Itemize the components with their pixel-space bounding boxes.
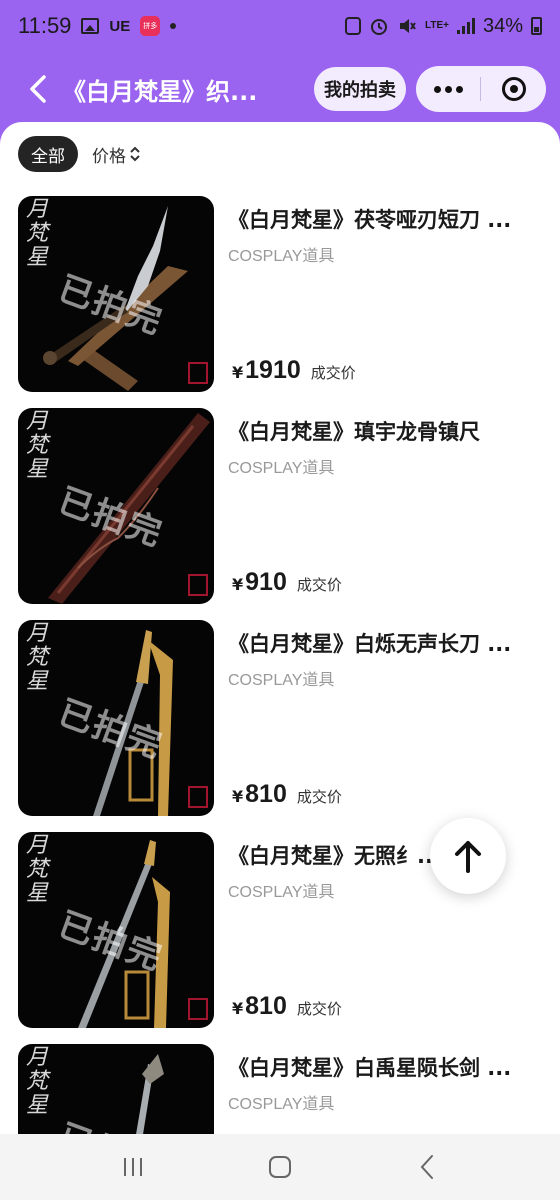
currency-symbol: ¥: [232, 363, 244, 382]
status-left: 11:59 UE 拼多: [18, 13, 177, 39]
sort-price-label: 价格: [92, 146, 126, 167]
price-label: 成交价: [310, 364, 356, 382]
target-circle-icon: [501, 77, 526, 101]
recent-apps-button[interactable]: [103, 1142, 163, 1192]
price-label: 成交价: [296, 1000, 342, 1018]
list-item[interactable]: 月梵星 已拍完 《白月梵星》白烁无声长刀 ... COSPLAY道具 ¥ 810…: [18, 620, 542, 816]
seal-mark-icon: [188, 786, 208, 808]
item-category: COSPLAY道具: [228, 884, 335, 901]
seal-mark-icon: [188, 574, 208, 596]
chevron-left-icon: [420, 1155, 433, 1179]
main-content: 全部 价格 月梵星 已拍完 《白月梵星》茯苓哑刃短刀 ... COSPLAY道具: [0, 122, 560, 1134]
seal-mark-icon: [188, 998, 208, 1020]
chevron-left-icon: [30, 75, 46, 103]
signal-icon: [456, 18, 475, 34]
filter-all-chip[interactable]: 全部: [18, 136, 78, 172]
image-icon: [81, 18, 100, 34]
price-value: 910: [245, 568, 287, 596]
more-notifications-dot-icon: [170, 23, 177, 29]
currency-symbol: ¥: [232, 999, 244, 1018]
item-title: 《白月梵星》白禹星陨长剑 ...: [228, 1056, 512, 1080]
currency-symbol: ¥: [232, 575, 244, 594]
item-price: ¥ 810 成交价: [232, 992, 342, 1021]
item-title: 《白月梵星》瑱宇龙骨镇尺: [228, 420, 480, 444]
home-icon: [268, 1156, 291, 1178]
nav-bar: 《白月梵星》织... 我的拍卖: [0, 56, 560, 122]
logo-text: 月梵星: [26, 833, 49, 906]
logo-text: 月梵星: [26, 1045, 49, 1118]
price-value: 810: [245, 780, 287, 808]
alarm-icon: [369, 16, 389, 36]
product-thumbnail: 月梵星 已拍完: [18, 1044, 214, 1134]
status-right: LTE+ 34%: [344, 14, 542, 38]
price-label: 成交价: [296, 788, 342, 806]
item-category: COSPLAY道具: [228, 248, 335, 265]
product-thumbnail: 月梵星 已拍完: [18, 620, 214, 816]
item-title: 《白月梵星》白烁无声长刀 ...: [228, 632, 512, 656]
item-price: ¥ 810 成交价: [232, 780, 342, 809]
system-nav-bar: [0, 1134, 560, 1200]
system-back-button[interactable]: [397, 1142, 457, 1192]
sort-by-price[interactable]: 价格: [92, 142, 141, 167]
status-bar: 11:59 UE 拼多 LTE+ 34%: [0, 0, 560, 52]
carrier-tag: UE: [109, 17, 131, 35]
product-thumbnail: 月梵星 已拍完: [18, 832, 214, 1028]
my-auction-button[interactable]: 我的拍卖: [314, 67, 406, 111]
recent-apps-icon: [124, 1158, 143, 1176]
logo-text: 月梵星: [26, 197, 49, 270]
battery-icon: [531, 17, 542, 35]
item-price: ¥ 1910 成交价: [232, 356, 356, 385]
list-item[interactable]: 月梵星 已拍完 《白月梵星》白禹星陨长剑 ... COSPLAY道具: [18, 1044, 542, 1134]
product-thumbnail: 月梵星 已拍完: [18, 196, 214, 392]
item-category: COSPLAY道具: [228, 460, 335, 477]
battery-percent: 34%: [482, 14, 523, 37]
item-price: ¥ 910 成交价: [232, 568, 342, 597]
close-mini-program-button[interactable]: [481, 66, 546, 112]
status-time: 11:59: [18, 13, 72, 38]
back-button[interactable]: [22, 69, 54, 109]
sim-icon: [344, 17, 361, 35]
item-category: COSPLAY道具: [228, 672, 335, 689]
price-value: 810: [245, 992, 287, 1020]
logo-text: 月梵星: [26, 621, 49, 694]
app-notification-icon: 拼多: [140, 16, 161, 36]
mute-icon: [397, 16, 417, 36]
sort-arrows-icon: [129, 146, 141, 162]
price-label: 成交价: [296, 576, 342, 594]
item-title: 《白月梵星》茯苓哑刃短刀 ...: [228, 208, 512, 232]
mini-program-capsule: [416, 66, 546, 112]
product-thumbnail: 月梵星 已拍完: [18, 408, 214, 604]
list-item[interactable]: 月梵星 已拍完 《白月梵星》瑱宇龙骨镇尺 COSPLAY道具 ¥ 910 成交价: [18, 408, 542, 604]
logo-text: 月梵星: [26, 409, 49, 482]
price-value: 1910: [245, 356, 301, 384]
page-title: 《白月梵星》织...: [62, 77, 258, 106]
more-dots-icon: [433, 85, 441, 93]
more-button[interactable]: [416, 66, 480, 112]
list-item[interactable]: 月梵星 已拍完 《白月梵星》茯苓哑刃短刀 ... COSPLAY道具 ¥ 191…: [18, 196, 542, 392]
network-type: LTE+: [424, 20, 449, 31]
home-button[interactable]: [250, 1142, 310, 1192]
item-category: COSPLAY道具: [228, 1096, 335, 1113]
currency-symbol: ¥: [232, 787, 244, 806]
scroll-to-top-button[interactable]: [430, 818, 506, 894]
filter-bar: 全部 价格: [18, 136, 141, 172]
arrow-up-icon: [455, 841, 481, 873]
seal-mark-icon: [188, 362, 208, 384]
